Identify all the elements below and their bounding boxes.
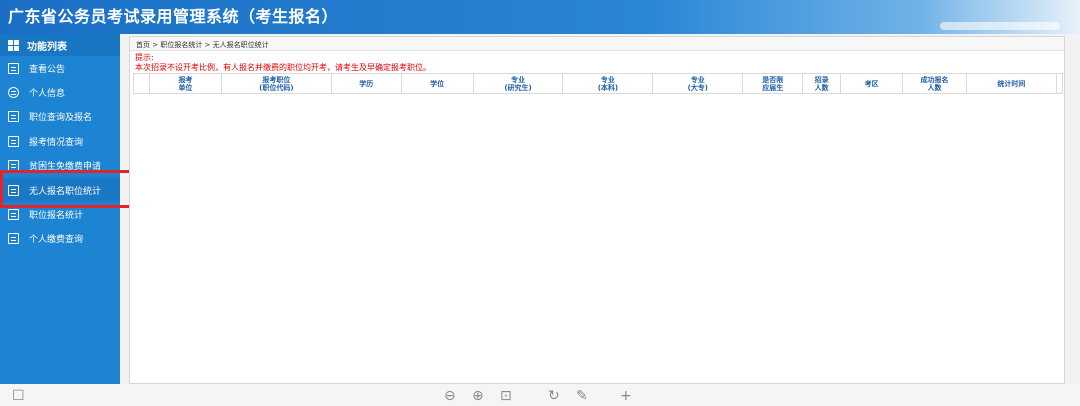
- plus-icon[interactable]: +: [620, 388, 632, 404]
- list-icon: [8, 135, 19, 147]
- sidebar-item-label: 职位查询及报名: [29, 113, 93, 124]
- column-header: 成功报名 人数: [902, 73, 967, 94]
- sidebar-item-label: 贫困生免缴费申请: [29, 162, 102, 173]
- sidebar-item-label: 职位报名统计: [29, 211, 84, 222]
- sidebar-heading: 功能列表: [0, 34, 120, 56]
- column-header: 专业 (大专): [652, 73, 744, 94]
- sidebar-item-label: 个人缴费查询: [29, 235, 84, 246]
- content-panel: 首页 > 职位报名统计 > 无人报名职位统计 提示: 本次招录不设开考比例，有人…: [129, 36, 1065, 384]
- zoom-in-icon[interactable]: ⊕: [472, 388, 484, 404]
- sidebar-item-personal-info[interactable]: 个人信息: [0, 80, 120, 104]
- column-header: 学历: [330, 73, 402, 94]
- breadcrumb: 首页 > 职位报名统计 > 无人报名职位统计: [130, 37, 1064, 51]
- column-header: 学位: [400, 73, 474, 94]
- sidebar-item-announcements[interactable]: 查看公告: [0, 56, 120, 80]
- viewer-toolbar: ☐ ⊖ ⊕ ⊡ ↻ ✎ +: [0, 384, 1080, 406]
- positions-table: 报考 单位 报考职位 (职位代码) 学历 学位 专业 (研究生) 专业 (本科) 专业(…: [133, 73, 1064, 94]
- building-icon: [8, 160, 19, 172]
- column-header: 统计时间: [965, 73, 1057, 94]
- document-icon: [8, 62, 19, 74]
- user-icon: [8, 87, 19, 99]
- list-icon: [8, 233, 19, 245]
- table-header-row: 报考 单位 报考职位 (职位代码) 学历 学位 专业 (研究生) 专业 (本科) 专业(…: [133, 73, 1064, 94]
- sidebar-item-label: 个人信息: [29, 89, 66, 100]
- notice-title: 提示:: [135, 53, 154, 62]
- building-icon: [8, 209, 19, 221]
- column-header: 专业 (本科): [562, 73, 654, 94]
- sidebar-heading-label: 功能列表: [27, 41, 67, 53]
- sidebar-item-label: 无人报名职位统计: [29, 186, 102, 197]
- sidebar-item-label: 报考情况查询: [29, 137, 84, 148]
- column-header: [1055, 73, 1064, 94]
- sidebar-item-position-stats[interactable]: 职位报名统计: [0, 202, 120, 226]
- notice: 提示: 本次招录不设开考比例，有人报名并缴费的职位均开考，请考生及早确定报考职位…: [130, 51, 1064, 73]
- app-header: 广东省公务员考试录用管理系统（考生报名）: [0, 0, 1080, 34]
- column-header: 招录 人数: [802, 73, 842, 94]
- column-header: [133, 73, 150, 94]
- building-icon: [8, 184, 19, 196]
- column-header: 考区: [840, 73, 904, 94]
- column-header: 报考职位 (职位代码): [220, 73, 332, 94]
- sidebar-item-application-status[interactable]: 报考情况查询: [0, 129, 120, 153]
- zoom-out-icon[interactable]: ⊖: [444, 388, 456, 404]
- square-icon[interactable]: ☐: [12, 388, 25, 404]
- column-header: 报考 单位: [148, 73, 222, 94]
- fit-icon[interactable]: ⊡: [500, 388, 512, 404]
- edit-icon[interactable]: ✎: [576, 388, 588, 404]
- sidebar-item-position-search[interactable]: 职位查询及报名: [0, 105, 120, 129]
- app-title: 广东省公务员考试录用管理系统（考生报名）: [8, 7, 339, 26]
- sidebar-item-fee-waiver[interactable]: 贫困生免缴费申请: [0, 154, 120, 178]
- rotate-icon[interactable]: ↻: [548, 388, 560, 404]
- column-header: 专业 (研究生): [472, 73, 564, 94]
- header-decoration: [940, 22, 1060, 30]
- sidebar: 功能列表 查看公告 个人信息 职位查询及报名 报考情况查询 贫困生免缴费申请 无…: [0, 34, 120, 384]
- sidebar-item-payment-query[interactable]: 个人缴费查询: [0, 227, 120, 251]
- sidebar-item-label: 查看公告: [29, 64, 66, 75]
- building-icon: [8, 111, 19, 123]
- grid-icon: [8, 39, 19, 51]
- notice-text: 本次招录不设开考比例，有人报名并缴费的职位均开考，请考生及早确定报考职位。: [135, 63, 431, 72]
- column-header: 是否限 应届生: [742, 73, 804, 94]
- sidebar-item-unfilled-positions[interactable]: 无人报名职位统计: [0, 177, 120, 203]
